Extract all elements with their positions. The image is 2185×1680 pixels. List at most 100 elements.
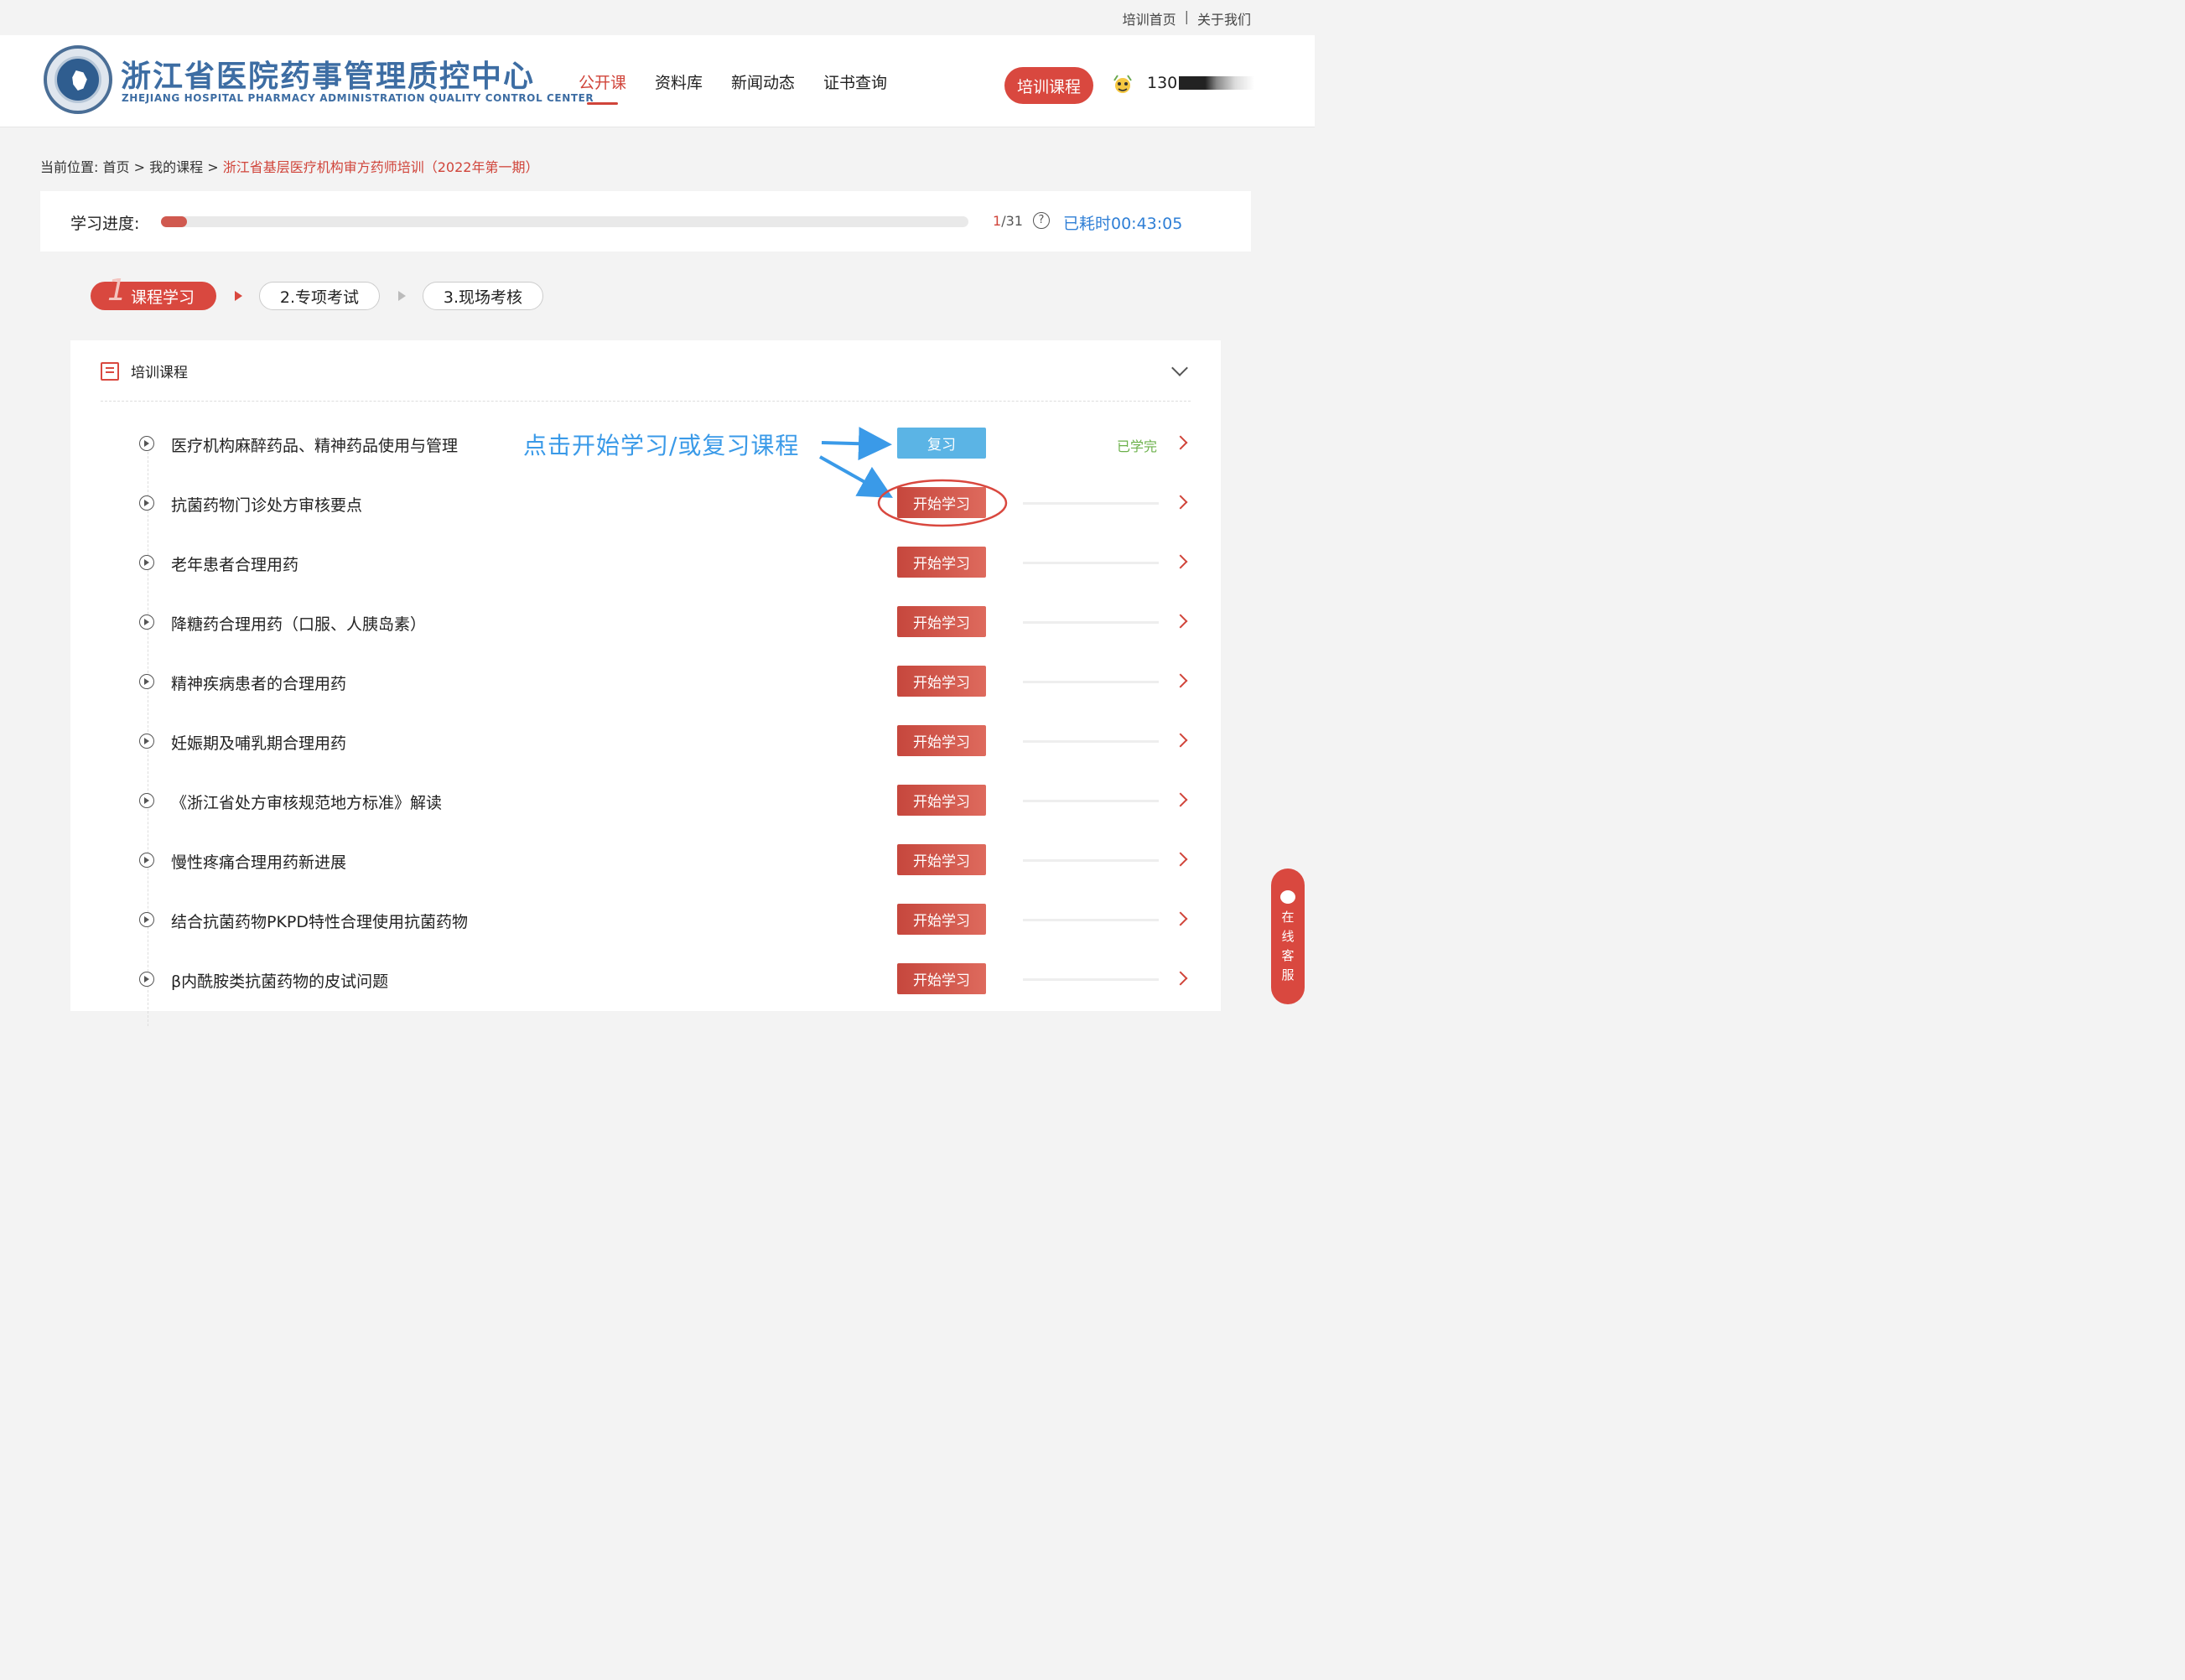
about-us-link[interactable]: 关于我们	[1197, 8, 1251, 29]
chevron-right-icon[interactable]	[1173, 614, 1188, 629]
review-button[interactable]: 复习	[897, 428, 986, 459]
elapsed-time: 已耗时00:43:05	[1063, 215, 1183, 233]
progress-count: 1/31	[993, 213, 1023, 229]
breadcrumb: 当前位置: 首页 > 我的课程 > 浙江省基层医疗机构审方药师培训（2022年第…	[40, 156, 538, 176]
chevron-right-icon[interactable]	[1173, 673, 1188, 688]
progress-total: /31	[1001, 213, 1023, 229]
training-home-link[interactable]: 培训首页	[1123, 8, 1176, 29]
course-row[interactable]: 精神疾病患者的合理用药 开始学习	[139, 666, 1196, 699]
course-row[interactable]: 妊娠期及哺乳期合理用药 开始学习	[139, 725, 1196, 759]
help-icon[interactable]: ?	[1033, 212, 1050, 229]
nav-open-course[interactable]: 公开课	[579, 70, 626, 105]
play-circle-icon	[139, 793, 154, 808]
logo-emblem-icon[interactable]	[44, 45, 112, 114]
course-title[interactable]: 老年患者合理用药	[171, 552, 298, 575]
breadcrumb-separator: >	[207, 159, 219, 175]
course-row[interactable]: β内酰胺类抗菌药物的皮试问题 开始学习	[139, 963, 1196, 997]
course-progress-bar	[1023, 740, 1159, 743]
start-study-button[interactable]: 开始学习	[897, 785, 986, 816]
annotation-text: 点击开始学习/或复习课程	[523, 432, 800, 459]
chevron-down-icon[interactable]	[1171, 360, 1188, 376]
completed-status: 已学完	[1117, 438, 1158, 454]
play-circle-icon	[139, 614, 154, 630]
course-row[interactable]: 结合抗菌药物PKPD特性合理使用抗菌药物 开始学习	[139, 904, 1196, 937]
chevron-right-icon[interactable]	[1173, 733, 1188, 748]
play-circle-icon	[139, 912, 154, 927]
step-number: 1	[107, 273, 127, 308]
site-header: 浙江省医院药事管理质控中心 ZHEJIANG HOSPITAL PHARMACY…	[0, 35, 1315, 127]
top-utility-bar: 培训首页 | 关于我们	[0, 0, 1315, 35]
panel-title: 培训课程	[131, 365, 188, 381]
start-study-button[interactable]: 开始学习	[897, 547, 986, 578]
breadcrumb-separator: >	[133, 159, 146, 175]
user-id-redacted	[1179, 76, 1255, 90]
start-study-button[interactable]: 开始学习	[897, 904, 986, 935]
user-avatar-icon[interactable]	[1111, 74, 1134, 96]
online-customer-service-button[interactable]: 在线客服	[1271, 869, 1305, 1004]
course-progress-bar	[1023, 978, 1159, 981]
course-progress-bar	[1023, 800, 1159, 802]
main-nav: 公开课 资料库 新闻动态 证书查询	[579, 70, 887, 105]
step-course-study[interactable]: 1 课程学习	[91, 273, 216, 310]
course-progress-bar	[1023, 621, 1159, 624]
chat-bubble-icon	[1280, 890, 1295, 904]
chevron-right-icon[interactable]	[1173, 792, 1188, 807]
step-onsite-assessment[interactable]: 3.现场考核	[423, 282, 543, 310]
start-study-button[interactable]: 开始学习	[897, 963, 986, 994]
course-title[interactable]: 抗菌药物门诊处方审核要点	[171, 493, 362, 516]
chevron-right-icon[interactable]	[1173, 852, 1188, 867]
top-links: 培训首页 | 关于我们	[1123, 8, 1251, 29]
course-title[interactable]: 降糖药合理用药（口服、人胰岛素）	[171, 612, 426, 635]
panel-header[interactable]: 培训课程	[101, 360, 188, 381]
breadcrumb-my-courses[interactable]: 我的课程	[149, 159, 203, 175]
course-row[interactable]: 抗菌药物门诊处方审核要点 开始学习	[139, 487, 1196, 521]
start-study-button[interactable]: 开始学习	[897, 844, 986, 875]
progress-completed: 1	[993, 213, 1002, 229]
training-courses-button[interactable]: 培训课程	[1004, 67, 1093, 104]
course-title[interactable]: 《浙江省处方审核规范地方标准》解读	[171, 791, 442, 813]
course-title[interactable]: 慢性疼痛合理用药新进展	[171, 850, 346, 873]
course-row[interactable]: 慢性疼痛合理用药新进展 开始学习	[139, 844, 1196, 878]
play-circle-icon	[139, 495, 154, 511]
chevron-right-icon[interactable]	[1173, 554, 1188, 569]
play-circle-icon	[139, 734, 154, 749]
course-list-icon	[101, 361, 119, 381]
progress-bar	[161, 216, 968, 227]
play-circle-icon	[139, 436, 154, 451]
user-id: 130	[1147, 74, 1178, 92]
customer-service-label: 在线客服	[1279, 910, 1295, 988]
course-row[interactable]: 降糖药合理用药（口服、人胰岛素） 开始学习	[139, 606, 1196, 640]
nav-news[interactable]: 新闻动态	[731, 70, 795, 93]
course-title[interactable]: 妊娠期及哺乳期合理用药	[171, 731, 346, 754]
logo-subtitle: ZHEJIANG HOSPITAL PHARMACY ADMINISTRATIO…	[122, 92, 594, 104]
step-special-exam[interactable]: 2.专项考试	[259, 282, 380, 310]
chevron-right-icon[interactable]	[1173, 495, 1188, 510]
start-study-button[interactable]: 开始学习	[897, 725, 986, 756]
nav-library[interactable]: 资料库	[655, 70, 703, 93]
step-arrow-icon	[398, 291, 406, 301]
main-content: 1 课程学习 2.专项考试 3.现场考核 培训课程 医疗机构麻醉药品、精神药品使…	[40, 251, 1251, 1026]
user-account[interactable]: 130	[1147, 74, 1255, 92]
course-progress-bar	[1023, 681, 1159, 683]
chevron-right-icon[interactable]	[1173, 911, 1188, 926]
course-row[interactable]: 老年患者合理用药 开始学习	[139, 547, 1196, 580]
course-title[interactable]: 精神疾病患者的合理用药	[171, 671, 346, 694]
course-title[interactable]: 医疗机构麻醉药品、精神药品使用与管理	[171, 433, 458, 456]
course-row[interactable]: 《浙江省处方审核规范地方标准》解读 开始学习	[139, 785, 1196, 818]
progress-bar-fill	[161, 216, 187, 227]
course-progress-bar	[1023, 919, 1159, 921]
top-links-separator: |	[1184, 8, 1189, 24]
nav-certificate-query[interactable]: 证书查询	[823, 70, 887, 93]
course-title[interactable]: 结合抗菌药物PKPD特性合理使用抗菌药物	[171, 910, 468, 932]
chevron-right-icon[interactable]	[1173, 971, 1188, 986]
start-study-button[interactable]: 开始学习	[897, 487, 986, 518]
progress-card: 学习进度: 1/31 ? 已耗时00:43:05	[40, 191, 1251, 251]
start-study-button[interactable]: 开始学习	[897, 606, 986, 637]
breadcrumb-home[interactable]: 首页	[103, 159, 130, 175]
logo-title[interactable]: 浙江省医院药事管理质控中心	[121, 52, 535, 96]
course-progress-bar	[1023, 859, 1159, 862]
course-title[interactable]: β内酰胺类抗菌药物的皮试问题	[171, 969, 388, 992]
chevron-right-icon[interactable]	[1173, 435, 1188, 450]
step-arrow-icon	[235, 291, 242, 301]
start-study-button[interactable]: 开始学习	[897, 666, 986, 697]
